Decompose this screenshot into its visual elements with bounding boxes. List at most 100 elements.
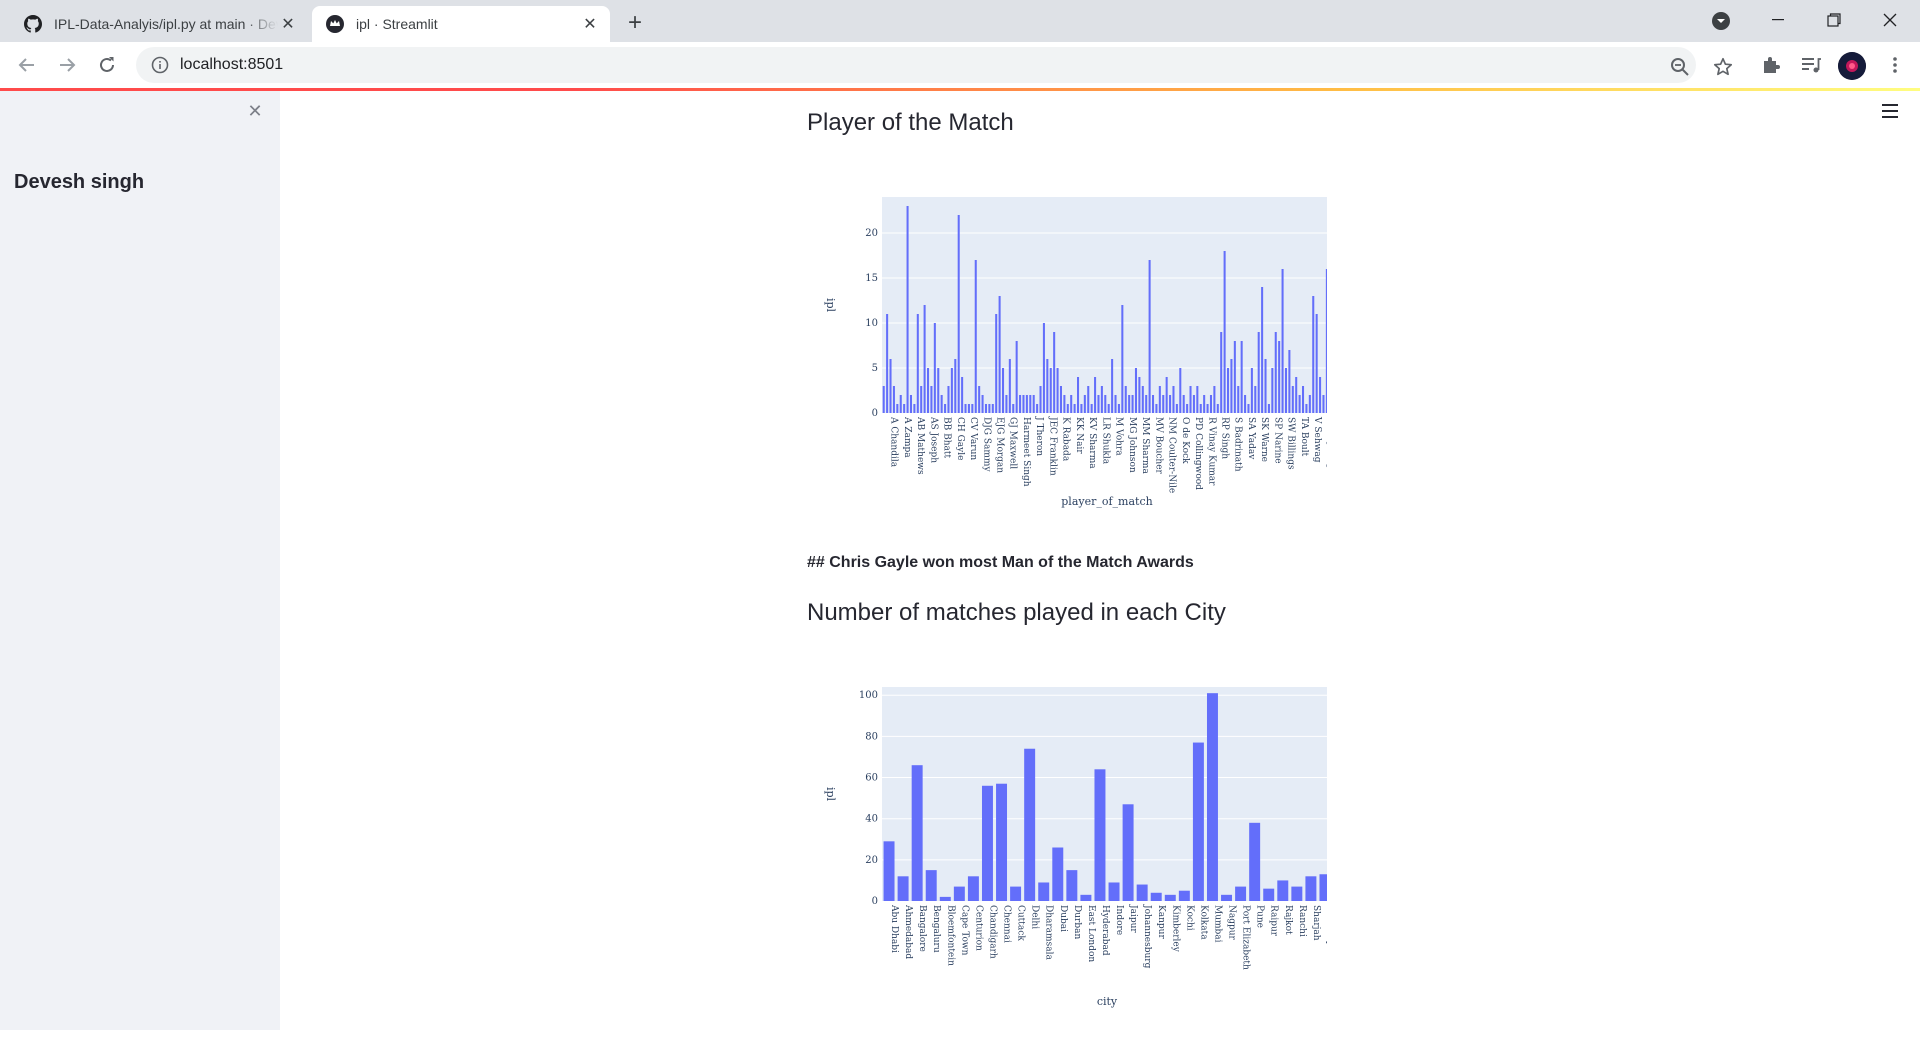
- bar[interactable]: [1038, 882, 1050, 901]
- bar[interactable]: [903, 404, 906, 413]
- bar[interactable]: [1108, 882, 1120, 901]
- bar[interactable]: [1158, 386, 1161, 413]
- bar[interactable]: [1039, 386, 1042, 413]
- bar[interactable]: [883, 841, 895, 901]
- bar[interactable]: [1250, 368, 1253, 413]
- bar[interactable]: [967, 876, 979, 901]
- close-icon[interactable]: ✕: [580, 14, 600, 34]
- bar[interactable]: [1094, 377, 1097, 413]
- reload-icon[interactable]: [90, 48, 124, 82]
- bar[interactable]: [1284, 368, 1287, 413]
- bar[interactable]: [897, 876, 909, 901]
- bar[interactable]: [1288, 350, 1291, 413]
- bar[interactable]: [1274, 332, 1277, 413]
- bar[interactable]: [925, 870, 937, 901]
- bar[interactable]: [1148, 260, 1151, 413]
- bar[interactable]: [1189, 386, 1192, 413]
- bar[interactable]: [1322, 395, 1325, 413]
- bar[interactable]: [1155, 404, 1158, 413]
- bar[interactable]: [988, 404, 991, 413]
- bar[interactable]: [981, 785, 993, 901]
- player-of-match-chart[interactable]: 0 5 10 15 20 A Chandila A Zampa AB Mathews AS Jo…: [807, 191, 1327, 551]
- extensions-puzzle-icon[interactable]: [1754, 48, 1788, 82]
- bar[interactable]: [1278, 341, 1281, 413]
- close-icon[interactable]: ✕: [278, 14, 298, 34]
- bar[interactable]: [1267, 404, 1270, 413]
- bar[interactable]: [1080, 894, 1092, 901]
- bar[interactable]: [1083, 395, 1086, 413]
- bar[interactable]: [1305, 404, 1308, 413]
- back-arrow-icon[interactable]: [10, 48, 44, 82]
- bar[interactable]: [1094, 769, 1106, 901]
- tab-search-icon[interactable]: [1710, 10, 1732, 32]
- bar[interactable]: [998, 296, 1001, 413]
- bar[interactable]: [1053, 332, 1056, 413]
- bar[interactable]: [1080, 404, 1083, 413]
- bar[interactable]: [1024, 748, 1036, 901]
- bar[interactable]: [1073, 404, 1076, 413]
- profile-avatar[interactable]: [1838, 52, 1866, 80]
- bar[interactable]: [1209, 395, 1212, 413]
- bar[interactable]: [1152, 395, 1155, 413]
- bar[interactable]: [967, 404, 970, 413]
- bar[interactable]: [916, 314, 919, 413]
- bar[interactable]: [939, 896, 951, 901]
- bar[interactable]: [1025, 395, 1028, 413]
- bookmark-star-icon[interactable]: [1706, 50, 1740, 84]
- matches-per-city-chart[interactable]: 0 20 40 60 80 100 Abu Dhabi Ahmedabad Bangalore B…: [807, 681, 1327, 1041]
- media-queue-icon[interactable]: [1794, 48, 1828, 82]
- bar[interactable]: [923, 305, 926, 413]
- bar[interactable]: [1216, 404, 1219, 413]
- bar[interactable]: [957, 215, 960, 413]
- tab-streamlit[interactable]: ipl · Streamlit ✕: [312, 6, 610, 42]
- browser-menu-icon[interactable]: [1880, 48, 1910, 82]
- bar[interactable]: [1010, 886, 1022, 901]
- bar[interactable]: [927, 368, 930, 413]
- bar[interactable]: [1097, 395, 1100, 413]
- restore-icon[interactable]: [1808, 2, 1860, 38]
- bar[interactable]: [1281, 269, 1284, 413]
- bar[interactable]: [1249, 822, 1261, 901]
- bar[interactable]: [1008, 359, 1011, 413]
- bar[interactable]: [1233, 341, 1236, 413]
- bar[interactable]: [1302, 386, 1305, 413]
- bar[interactable]: [896, 404, 899, 413]
- bar[interactable]: [1066, 404, 1069, 413]
- bar[interactable]: [1059, 386, 1062, 413]
- bar[interactable]: [1223, 251, 1226, 413]
- bar[interactable]: [1012, 404, 1015, 413]
- bar[interactable]: [1090, 404, 1093, 413]
- bar[interactable]: [1002, 368, 1005, 413]
- bar[interactable]: [1199, 404, 1202, 413]
- bar[interactable]: [1315, 314, 1318, 413]
- bar[interactable]: [1128, 395, 1131, 413]
- bar[interactable]: [1122, 804, 1134, 901]
- bar[interactable]: [1022, 395, 1025, 413]
- bar[interactable]: [1169, 395, 1172, 413]
- bar[interactable]: [1077, 377, 1080, 413]
- bar[interactable]: [1036, 404, 1039, 413]
- bar[interactable]: [1237, 386, 1240, 413]
- bar[interactable]: [1192, 395, 1195, 413]
- bar[interactable]: [950, 368, 953, 413]
- bar[interactable]: [906, 206, 909, 413]
- bar[interactable]: [1240, 341, 1243, 413]
- bar[interactable]: [1235, 886, 1247, 901]
- bar[interactable]: [1070, 395, 1073, 413]
- bar[interactable]: [886, 314, 889, 413]
- bar[interactable]: [1150, 892, 1162, 901]
- bar[interactable]: [1244, 395, 1247, 413]
- bar[interactable]: [1295, 377, 1298, 413]
- bar[interactable]: [1319, 874, 1327, 901]
- bar[interactable]: [1032, 395, 1035, 413]
- bar[interactable]: [1063, 395, 1066, 413]
- bar[interactable]: [892, 386, 895, 413]
- bar[interactable]: [1117, 404, 1120, 413]
- bar[interactable]: [1111, 359, 1114, 413]
- bar[interactable]: [1257, 332, 1260, 413]
- tab-github[interactable]: IPL-Data-Analyis/ipl.py at main · Devesh…: [10, 6, 308, 42]
- bar[interactable]: [911, 765, 923, 901]
- bar[interactable]: [981, 395, 984, 413]
- bar[interactable]: [913, 404, 916, 413]
- info-icon[interactable]: [150, 55, 170, 75]
